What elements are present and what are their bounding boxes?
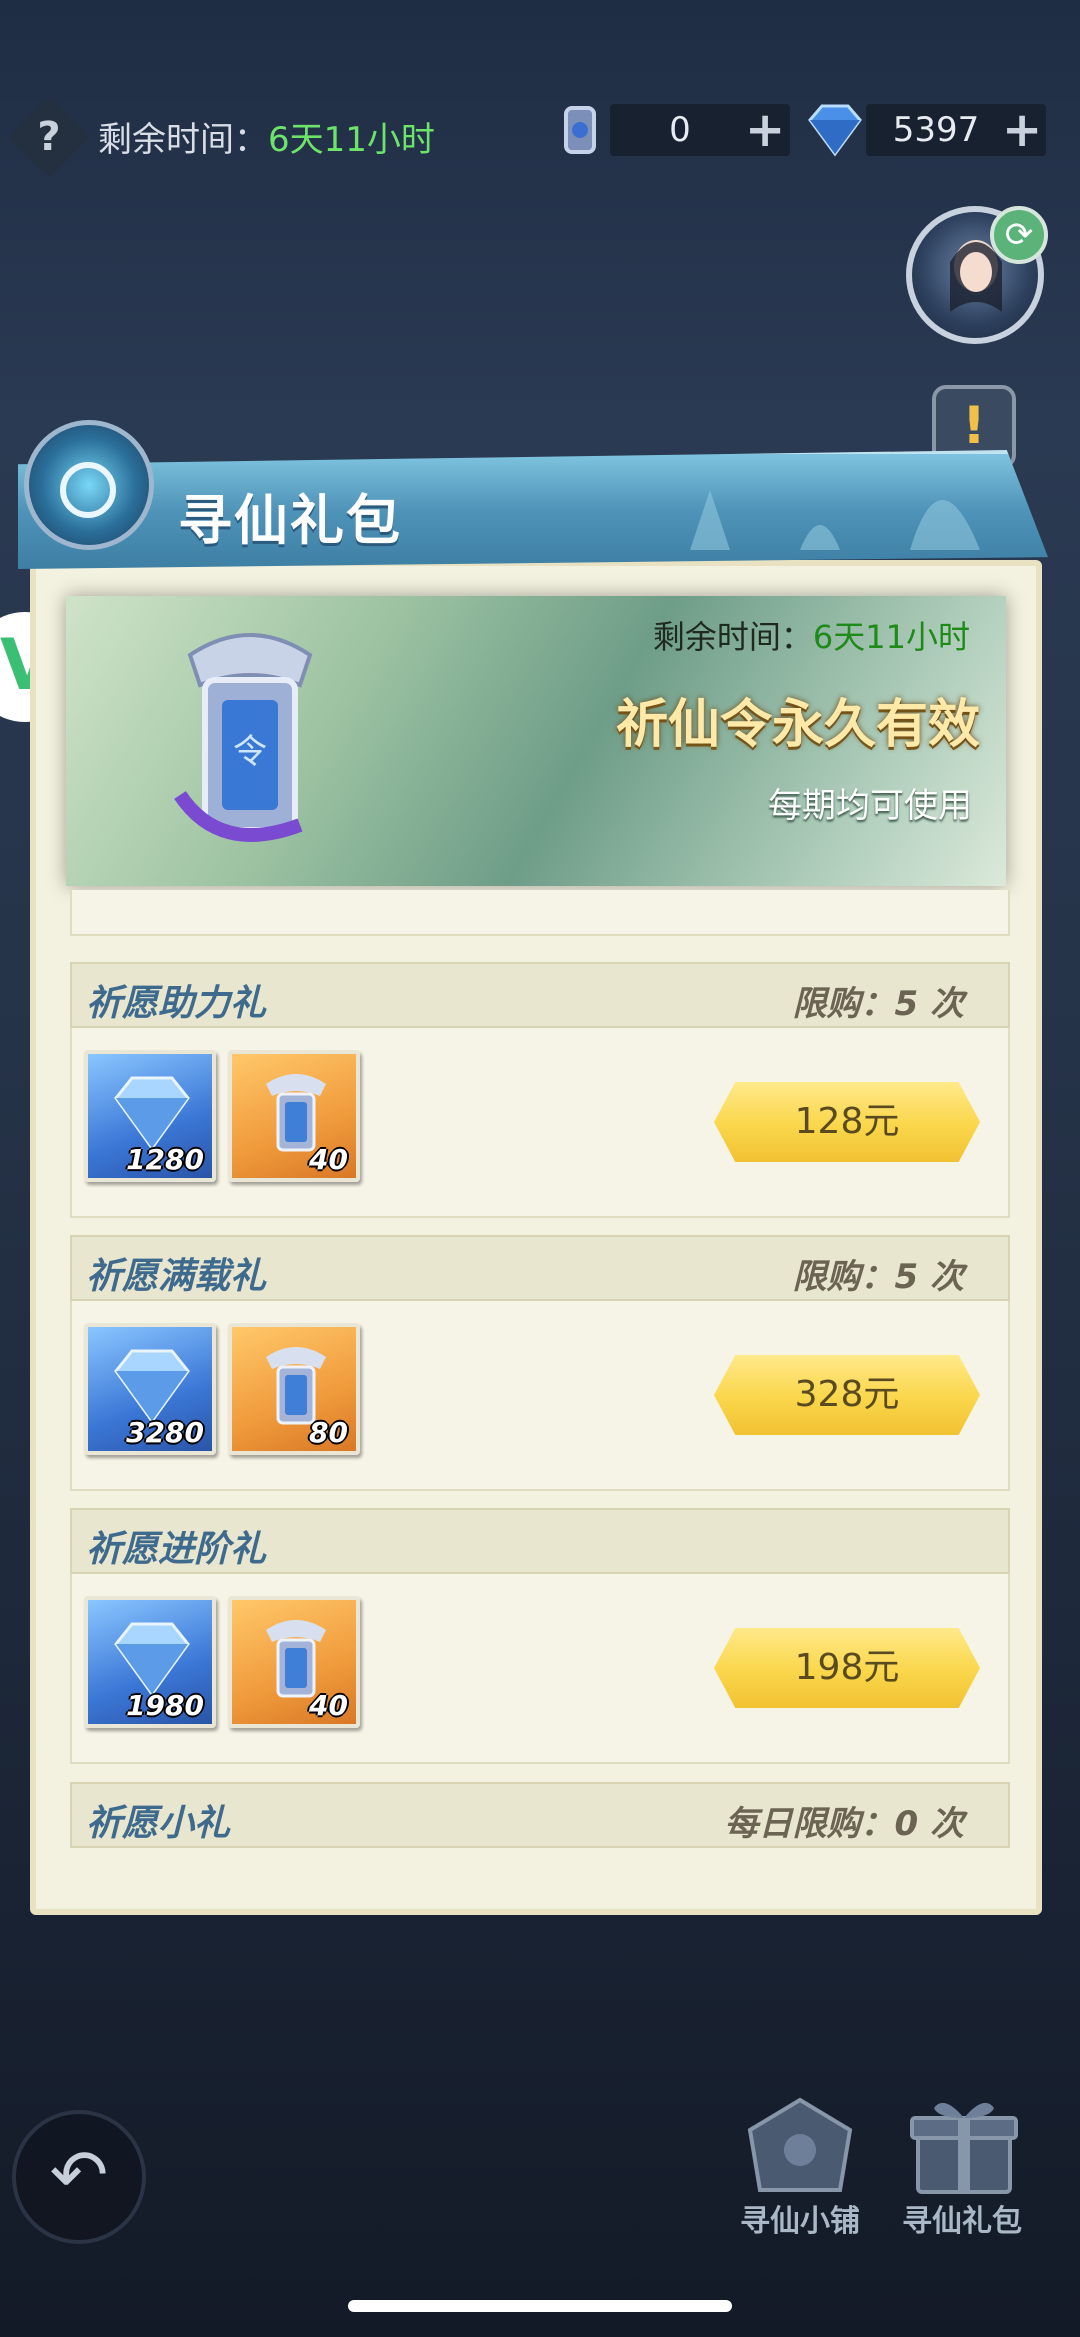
shop-label[interactable]: 寻仙小铺 <box>720 2196 880 2240</box>
remaining-time-label: 剩余时间： <box>98 120 268 160</box>
refresh-icon[interactable]: ⟳ <box>990 206 1048 264</box>
diamond-currency-amount: 5397 <box>892 110 980 150</box>
item-quantity: 80 <box>309 1416 348 1449</box>
diamond-item[interactable]: 1280 <box>84 1050 216 1182</box>
pack-header: 祈愿助力礼 限购：5 次 <box>70 962 1010 1028</box>
prayer-token-icon: 令 <box>174 633 313 842</box>
prayer-token-item[interactable]: 40 <box>228 1596 360 1728</box>
pack-header: 祈愿进阶礼 <box>70 1508 1010 1574</box>
banner-decoration-icon <box>690 490 980 550</box>
item-quantity: 3280 <box>126 1416 204 1449</box>
token-add-button[interactable]: + <box>745 104 785 156</box>
pack-header: 祈愿小礼 每日限购：0 次 <box>70 1782 1010 1848</box>
item-quantity: 40 <box>309 1143 348 1176</box>
diamond-item[interactable]: 3280 <box>84 1323 216 1455</box>
prayer-token-currency-icon <box>564 106 596 154</box>
diamond-add-button[interactable]: + <box>1002 104 1042 156</box>
list-item-partial <box>70 890 1010 936</box>
shop-icon[interactable] <box>740 2090 860 2200</box>
svg-text:令: 令 <box>233 732 267 772</box>
list-item: 祈愿小礼 每日限购：0 次 <box>70 1782 1010 1848</box>
prayer-token-item[interactable]: 40 <box>228 1050 360 1182</box>
pack-header: 祈愿满载礼 限购：5 次 <box>70 1235 1010 1301</box>
hero-remaining-value: 6天11小时 <box>812 618 970 656</box>
prayer-token-item[interactable]: 80 <box>228 1323 360 1455</box>
list-item: 祈愿满载礼 限购：5 次 3280 80 328元 <box>70 1235 1010 1491</box>
pack-body: 1280 40 128元 <box>70 1028 1010 1218</box>
buy-button[interactable]: 198元 <box>714 1628 980 1708</box>
pack-limit: 限购：5 次 <box>792 984 965 1024</box>
token-currency-amount: 0 <box>669 110 691 150</box>
hero-remaining-label: 剩余时间： <box>652 618 813 656</box>
pack-limit: 限购：5 次 <box>792 1257 965 1297</box>
list-item: 祈愿进阶礼 1980 40 198元 <box>70 1508 1010 1764</box>
gift-label[interactable]: 寻仙礼包 <box>882 2196 1042 2240</box>
pack-body: 1980 40 198元 <box>70 1574 1010 1764</box>
pack-limit: 每日限购：0 次 <box>724 1804 965 1844</box>
gift-icon[interactable] <box>904 2090 1024 2200</box>
hero-remaining-time: 剩余时间：6天11小时 <box>653 612 970 658</box>
help-icon[interactable]: ? <box>20 108 78 166</box>
remaining-time-value: 6天11小时 <box>268 120 435 160</box>
item-quantity: 1280 <box>126 1143 204 1176</box>
remaining-time: 剩余时间：6天11小时 <box>98 112 435 161</box>
panel-title: 寻仙礼包 <box>178 489 402 552</box>
pack-name: 祈愿助力礼 <box>86 983 267 1024</box>
list-item: 祈愿助力礼 限购：5 次 1280 40 128元 <box>70 962 1010 1218</box>
banner-emblem-ring <box>60 462 116 518</box>
item-quantity: 40 <box>309 1689 348 1722</box>
diamond-currency-icon <box>808 104 862 157</box>
back-button[interactable]: ↶ <box>12 2110 146 2244</box>
hero-subline: 每期均可使用 <box>768 786 972 826</box>
pack-body: 3280 80 328元 <box>70 1301 1010 1491</box>
buy-button[interactable]: 328元 <box>714 1355 980 1435</box>
hero-headline: 祈仙令永久有效 <box>615 695 980 755</box>
buy-button[interactable]: 128元 <box>714 1082 980 1162</box>
diamond-item[interactable]: 1980 <box>84 1596 216 1728</box>
pack-name: 祈愿进阶礼 <box>86 1529 267 1570</box>
pack-name: 祈愿小礼 <box>86 1803 231 1844</box>
home-indicator[interactable] <box>348 2300 732 2312</box>
item-quantity: 1980 <box>126 1689 204 1722</box>
pack-name: 祈愿满载礼 <box>86 1256 267 1297</box>
pack-list[interactable]: 祈愿助力礼 限购：5 次 1280 40 128元 祈愿满载礼 限购：5 次 3… <box>62 890 1014 1855</box>
